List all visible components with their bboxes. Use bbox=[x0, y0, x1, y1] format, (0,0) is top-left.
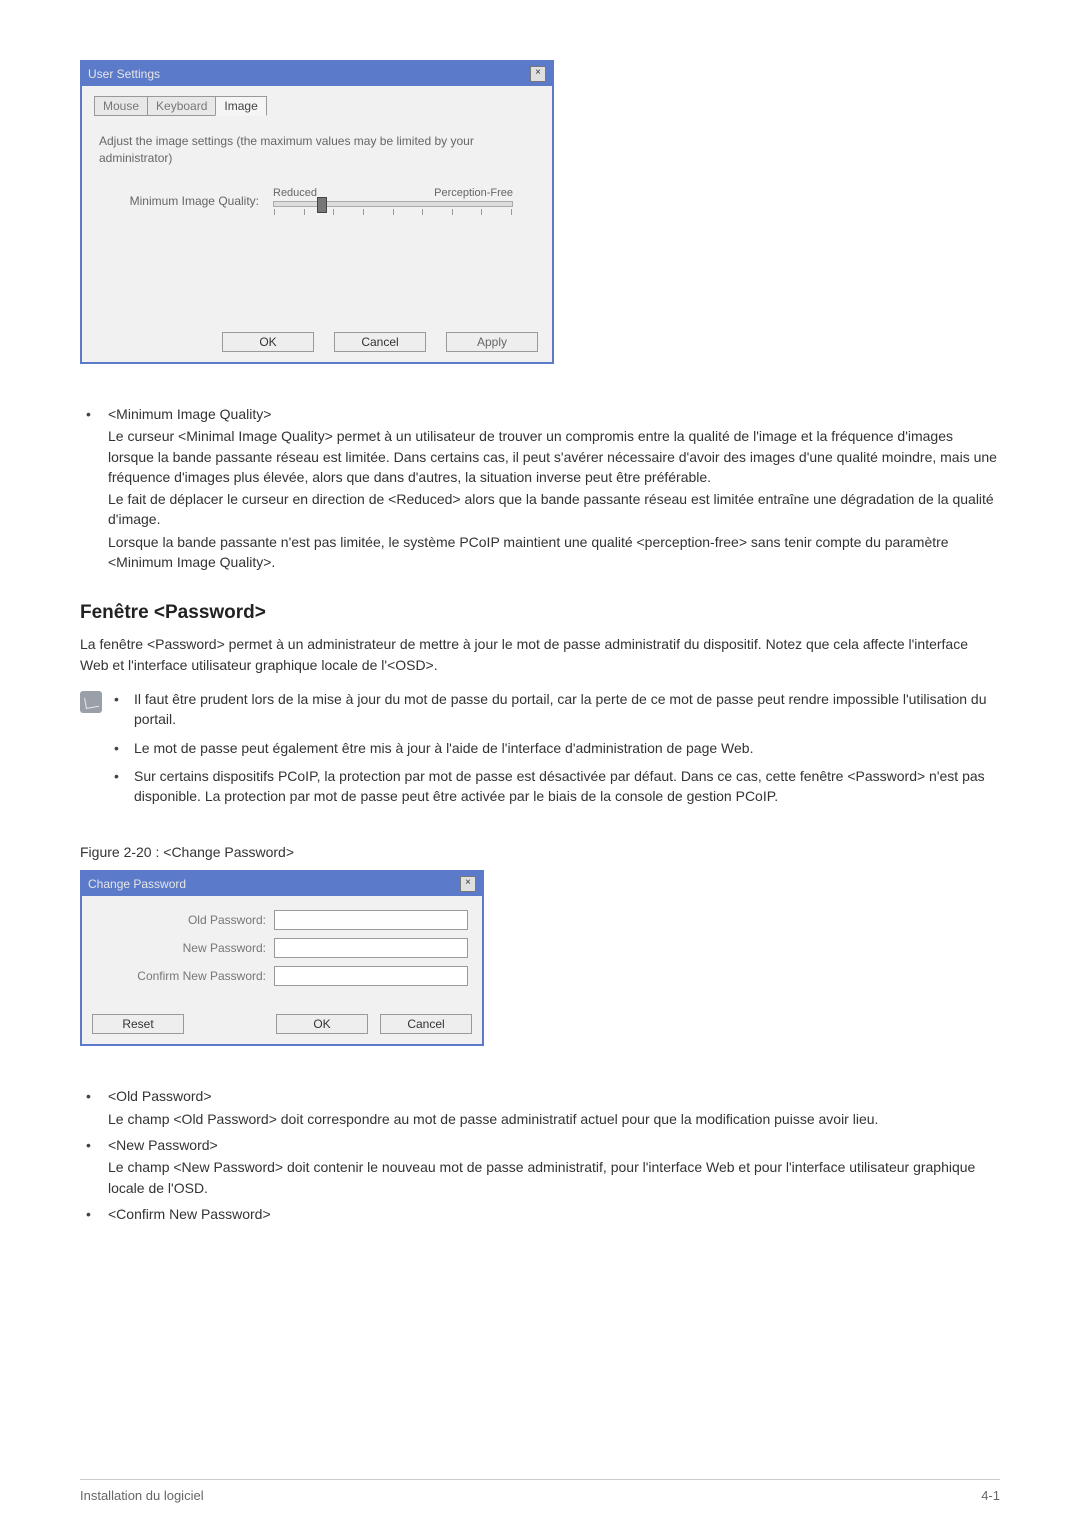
new-password-label: New Password: bbox=[96, 941, 274, 955]
figure-caption: Figure 2-20 : <Change Password> bbox=[80, 844, 1000, 860]
ok-button[interactable]: OK bbox=[276, 1014, 368, 1034]
password-note-2: Le mot de passe peut également être mis … bbox=[112, 738, 1000, 758]
password-section-lead: La fenêtre <Password> permet à un admini… bbox=[80, 634, 1000, 675]
dialog-title: User Settings bbox=[88, 67, 160, 81]
old-password-body: Le champ <Old Password> doit correspondr… bbox=[108, 1109, 1000, 1129]
old-password-input[interactable] bbox=[274, 910, 468, 930]
dialog-titlebar: Change Password × bbox=[82, 872, 482, 896]
dialog-title: Change Password bbox=[88, 877, 186, 891]
min-image-quality-label: Minimum Image Quality: bbox=[99, 194, 259, 208]
cancel-button[interactable]: Cancel bbox=[334, 332, 426, 352]
old-password-label: Old Password: bbox=[96, 913, 274, 927]
tab-keyboard[interactable]: Keyboard bbox=[147, 96, 216, 116]
min-image-quality-slider[interactable] bbox=[273, 201, 513, 207]
close-icon[interactable]: × bbox=[530, 66, 546, 82]
min-quality-p2: Le fait de déplacer le curseur en direct… bbox=[108, 489, 1000, 530]
confirm-password-label: Confirm New Password: bbox=[96, 969, 274, 983]
confirm-password-item: <Confirm New Password> bbox=[80, 1204, 1000, 1224]
new-password-body: Le champ <New Password> doit contenir le… bbox=[108, 1157, 1000, 1198]
tab-bar: Mouse Keyboard Image bbox=[94, 96, 540, 116]
reset-button[interactable]: Reset bbox=[92, 1014, 184, 1034]
ok-button[interactable]: OK bbox=[222, 332, 314, 352]
password-section-heading: Fenêtre <Password> bbox=[80, 602, 1000, 624]
min-quality-heading: <Minimum Image Quality> bbox=[108, 404, 1000, 424]
close-icon[interactable]: × bbox=[460, 876, 476, 892]
slider-end-perception-free: Perception-Free bbox=[434, 187, 513, 199]
footer-right: 4-1 bbox=[981, 1488, 1000, 1503]
confirm-password-head: <Confirm New Password> bbox=[108, 1204, 1000, 1224]
apply-button[interactable]: Apply bbox=[446, 332, 538, 352]
new-password-input[interactable] bbox=[274, 938, 468, 958]
new-password-head: <New Password> bbox=[108, 1135, 1000, 1155]
old-password-head: <Old Password> bbox=[108, 1086, 1000, 1106]
confirm-password-input[interactable] bbox=[274, 966, 468, 986]
dialog-titlebar: User Settings × bbox=[82, 62, 552, 86]
new-password-item: <New Password> Le champ <New Password> d… bbox=[80, 1135, 1000, 1198]
old-password-item: <Old Password> Le champ <Old Password> d… bbox=[80, 1086, 1000, 1129]
slider-ticks bbox=[273, 209, 513, 215]
note-icon bbox=[80, 691, 102, 713]
user-settings-dialog: User Settings × Mouse Keyboard Image Adj… bbox=[80, 60, 554, 364]
password-note-block: Il faut être prudent lors de la mise à j… bbox=[80, 689, 1000, 814]
min-quality-item: <Minimum Image Quality> Le curseur <Mini… bbox=[80, 404, 1000, 572]
cancel-button[interactable]: Cancel bbox=[380, 1014, 472, 1034]
tab-panel-image: Adjust the image settings (the maximum v… bbox=[94, 126, 540, 314]
tab-image[interactable]: Image bbox=[215, 96, 266, 116]
change-password-dialog: Change Password × Old Password: New Pass… bbox=[80, 870, 484, 1046]
tab-mouse[interactable]: Mouse bbox=[94, 96, 148, 116]
image-settings-description: Adjust the image settings (the maximum v… bbox=[99, 133, 535, 167]
password-note-3: Sur certains dispositifs PCoIP, la prote… bbox=[112, 766, 1000, 807]
password-note-1: Il faut être prudent lors de la mise à j… bbox=[112, 689, 1000, 730]
footer-left: Installation du logiciel bbox=[80, 1488, 204, 1503]
slider-end-reduced: Reduced bbox=[273, 187, 317, 199]
slider-thumb[interactable] bbox=[317, 197, 327, 213]
min-quality-p1: Le curseur <Minimal Image Quality> perme… bbox=[108, 426, 1000, 487]
page-footer: Installation du logiciel 4-1 bbox=[80, 1479, 1000, 1503]
min-quality-p3: Lorsque la bande passante n'est pas limi… bbox=[108, 532, 1000, 573]
